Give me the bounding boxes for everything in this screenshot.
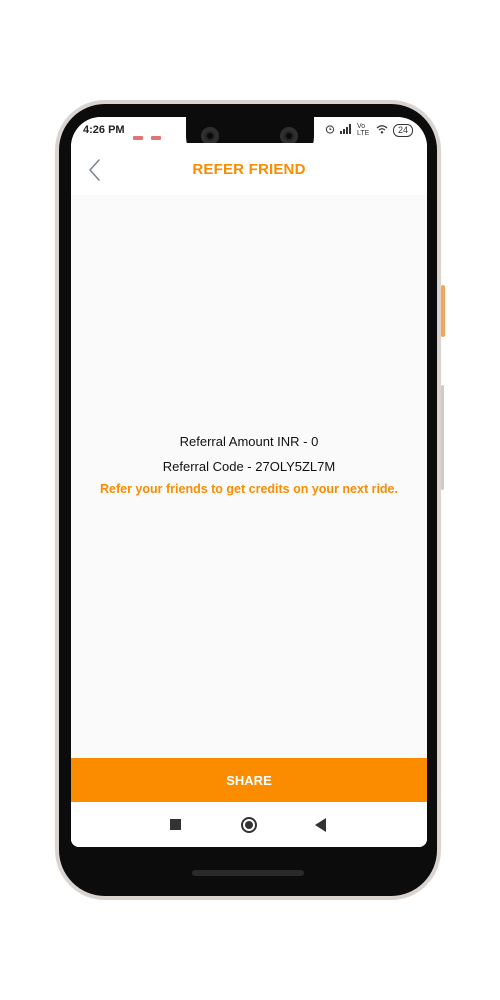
app-header: REFER FRIEND xyxy=(71,143,427,195)
referral-promo-text: Refer your friends to get credits on you… xyxy=(100,482,398,496)
bottom-speaker xyxy=(192,870,304,876)
referral-amount: Referral Amount INR - 0 xyxy=(179,434,319,449)
phone-screen: 4:26 PM Vo LTE 24 REFER FRIEND Referral … xyxy=(71,117,427,847)
signal-icon xyxy=(339,123,352,137)
notification-icon xyxy=(133,136,143,140)
home-circle-icon[interactable] xyxy=(241,817,257,833)
system-nav-bar xyxy=(71,802,427,847)
network-type-label: Vo LTE xyxy=(356,123,370,137)
referral-info: Referral Amount INR - 0 Referral Code - … xyxy=(71,429,427,499)
referral-code: Referral Code - 27OLY5ZL7M xyxy=(162,459,336,474)
status-time: 4:26 PM xyxy=(83,124,125,136)
volume-button xyxy=(441,385,444,490)
wifi-icon xyxy=(376,124,388,137)
status-indicators: Vo LTE 24 xyxy=(325,123,413,137)
device-mockup: 4:26 PM Vo LTE 24 REFER FRIEND Referral … xyxy=(0,0,500,1000)
notification-icon xyxy=(151,136,162,140)
battery-icon: 24 xyxy=(392,123,413,137)
back-triangle-icon[interactable] xyxy=(315,818,326,832)
share-button[interactable]: SHARE xyxy=(71,758,427,802)
recents-square-icon[interactable] xyxy=(170,819,181,830)
page-title: REFER FRIEND xyxy=(192,161,306,178)
power-button xyxy=(441,285,445,337)
alarm-icon xyxy=(325,124,335,137)
